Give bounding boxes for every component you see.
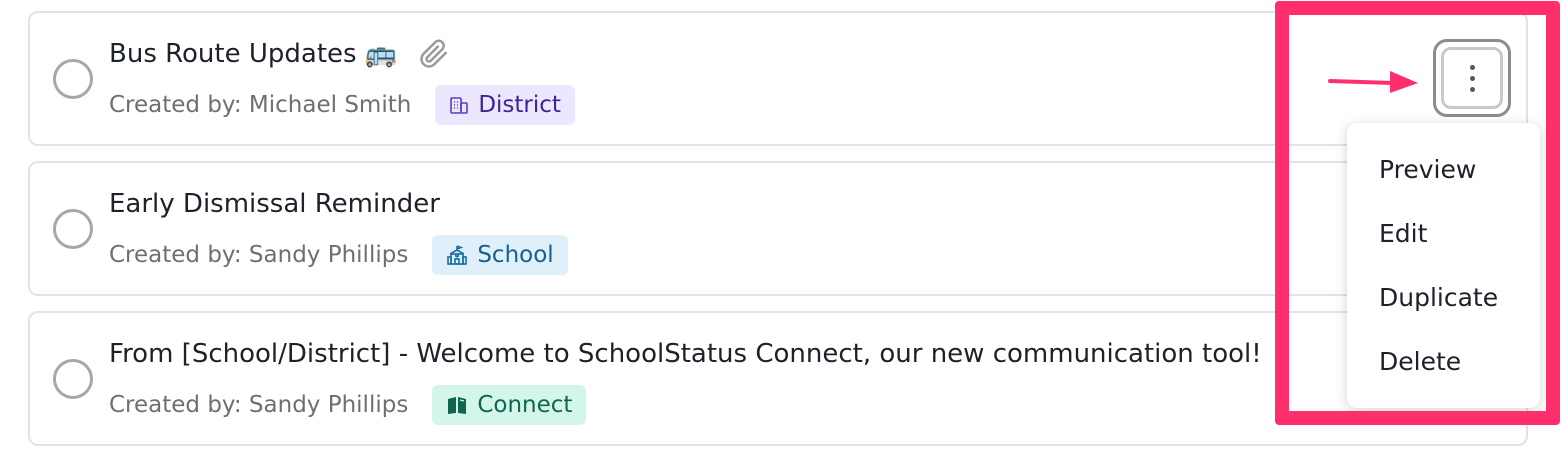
template-title: Early Dismissal Reminder	[109, 189, 440, 219]
created-by-text: Created by: Michael Smith	[109, 92, 412, 118]
select-radio[interactable]	[53, 209, 93, 249]
template-meta: Created by: Sandy Phillips Connect	[109, 385, 587, 425]
tag-label: Connect	[477, 392, 573, 418]
district-tag: District	[435, 85, 575, 125]
arrow-annotation	[1328, 71, 1418, 93]
select-radio[interactable]	[53, 59, 93, 99]
menu-item-preview[interactable]: Preview	[1347, 137, 1540, 201]
menu-item-delete[interactable]: Delete	[1347, 329, 1540, 393]
tag-label: District	[478, 92, 561, 118]
connect-tag: Connect	[432, 385, 587, 425]
bus-emoji-icon: 🚌	[364, 39, 397, 69]
template-card[interactable]: From [School/District] - Welcome to Scho…	[28, 311, 1528, 446]
book-icon	[448, 397, 467, 414]
school-icon	[447, 245, 468, 265]
tag-label: School	[477, 242, 554, 268]
template-meta: Created by: Sandy Phillips School	[109, 235, 568, 275]
template-title: Bus Route Updates 🚌	[109, 39, 449, 69]
template-title-text: Bus Route Updates	[109, 39, 357, 69]
template-title-text: From [School/District] - Welcome to Scho…	[109, 339, 1262, 369]
created-by-text: Created by: Sandy Phillips	[109, 242, 409, 268]
menu-item-edit[interactable]: Edit	[1347, 201, 1540, 265]
actions-menu: Preview Edit Duplicate Delete	[1347, 123, 1540, 408]
created-by-text: Created by: Sandy Phillips	[109, 392, 409, 418]
more-options-button[interactable]	[1433, 39, 1511, 117]
select-radio[interactable]	[53, 359, 93, 399]
template-title: From [School/District] - Welcome to Scho…	[109, 339, 1262, 369]
template-meta: Created by: Michael Smith District	[109, 85, 575, 125]
school-tag: School	[432, 235, 568, 275]
menu-item-duplicate[interactable]: Duplicate	[1347, 265, 1540, 329]
paperclip-icon	[419, 39, 449, 69]
template-card[interactable]: Bus Route Updates 🚌 Created by: Michael …	[28, 11, 1528, 146]
template-card[interactable]: Early Dismissal Reminder Created by: San…	[28, 161, 1528, 296]
kebab-menu-icon	[1441, 47, 1503, 109]
building-icon	[450, 97, 469, 114]
template-title-text: Early Dismissal Reminder	[109, 189, 440, 219]
